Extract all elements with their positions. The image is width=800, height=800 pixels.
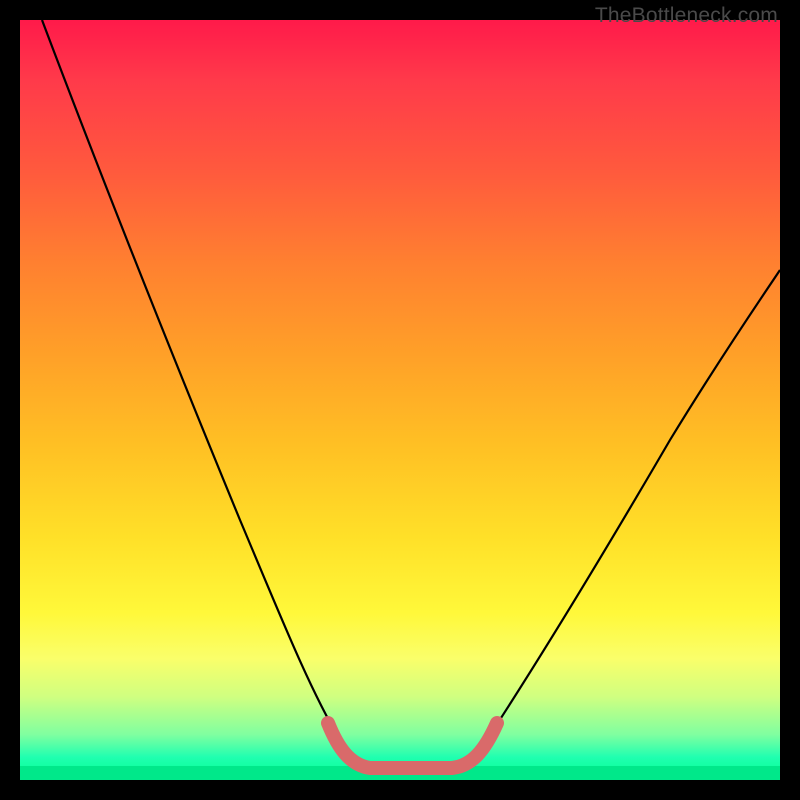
watermark-text: TheBottleneck.com: [595, 4, 778, 28]
curve-layer: [20, 20, 780, 780]
chart-frame: TheBottleneck.com: [0, 0, 800, 800]
bottleneck-curve: [42, 20, 780, 770]
plot-area: [20, 20, 780, 780]
optimal-range-highlight: [328, 723, 497, 768]
